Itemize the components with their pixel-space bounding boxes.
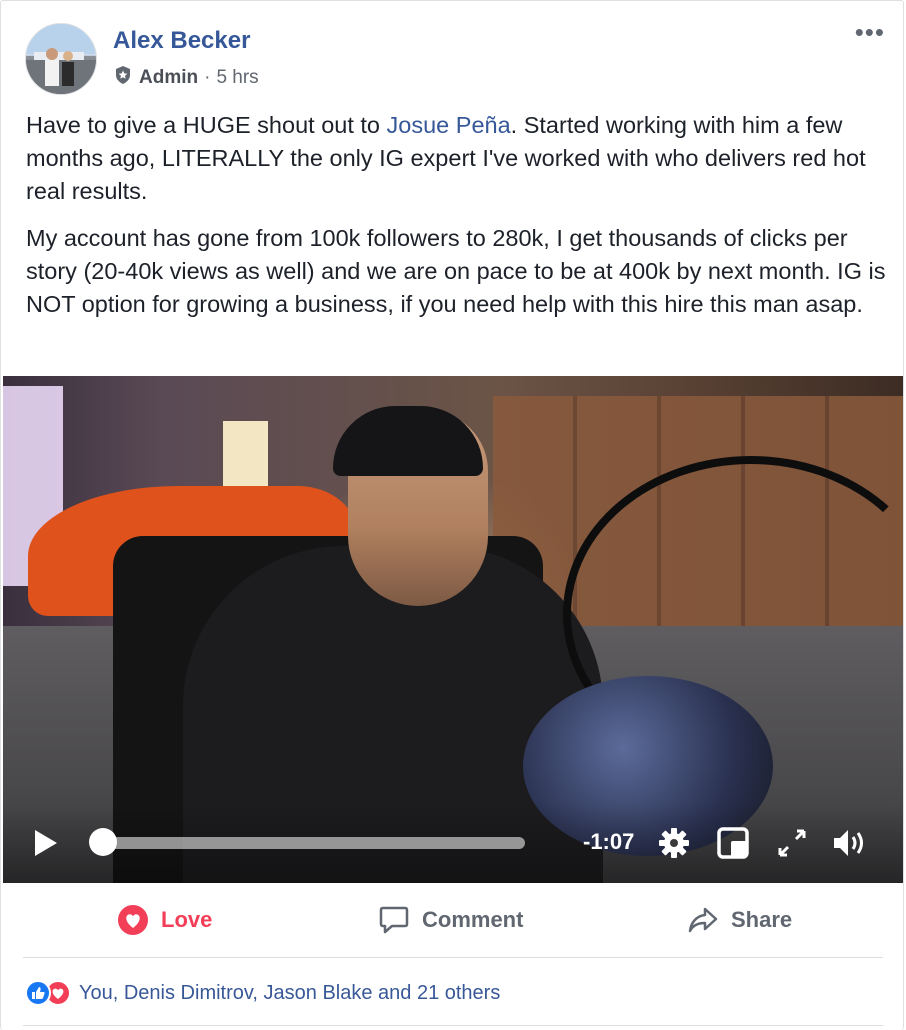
progress-handle[interactable] — [89, 828, 117, 856]
paragraph-1-before: Have to give a HUGE shout out to — [26, 112, 387, 138]
settings-icon[interactable] — [657, 826, 691, 860]
more-options-icon[interactable]: ••• — [855, 19, 885, 45]
reaction-names[interactable]: You, Denis Dimitrov, Jason Blake and 21 … — [79, 982, 500, 1005]
play-icon[interactable] — [35, 830, 57, 856]
mention-link[interactable]: Josue Peña — [387, 112, 511, 138]
love-button[interactable]: Love — [117, 896, 212, 944]
divider — [23, 1025, 883, 1026]
comment-icon — [379, 906, 409, 934]
video-player[interactable]: -1:07 — [3, 376, 903, 883]
comment-label: Comment — [422, 907, 524, 932]
divider — [23, 957, 883, 958]
post-actions: Love Comment Share — [1, 896, 905, 944]
like-reaction-icon — [25, 980, 51, 1006]
post-meta: Admin · 5 hrs — [113, 65, 259, 91]
author-role: Admin — [139, 67, 199, 88]
comment-button[interactable]: Comment — [378, 896, 523, 944]
remaining-time: -1:07 — [583, 829, 635, 854]
post-card: Alex Becker Admin · 5 hrs ••• Have to gi… — [0, 0, 904, 1030]
share-label: Share — [731, 907, 793, 932]
post-paragraph-1: Have to give a HUGE shout out to Josue P… — [26, 109, 886, 208]
post-paragraph-2: My account has gone from 100k followers … — [26, 225, 886, 317]
author-name[interactable]: Alex Becker — [113, 27, 250, 55]
video-light — [223, 421, 268, 496]
admin-badge-icon — [113, 65, 133, 91]
progress-track[interactable] — [101, 837, 525, 849]
love-icon — [118, 905, 148, 935]
post-time[interactable]: 5 hrs — [216, 67, 258, 89]
avatar[interactable] — [25, 23, 97, 95]
video-cap — [333, 406, 483, 476]
post-text: Have to give a HUGE shout out to Josue P… — [26, 109, 886, 335]
avatar-photo — [26, 24, 96, 94]
share-icon — [688, 907, 718, 933]
pip-icon[interactable] — [716, 826, 750, 860]
meta-separator: · — [204, 67, 211, 88]
reaction-summary[interactable]: You, Denis Dimitrov, Jason Blake and 21 … — [25, 978, 500, 1008]
share-button[interactable]: Share — [687, 896, 792, 944]
love-label: Love — [161, 907, 213, 932]
volume-icon[interactable] — [831, 826, 865, 860]
fullscreen-icon[interactable] — [775, 826, 809, 860]
